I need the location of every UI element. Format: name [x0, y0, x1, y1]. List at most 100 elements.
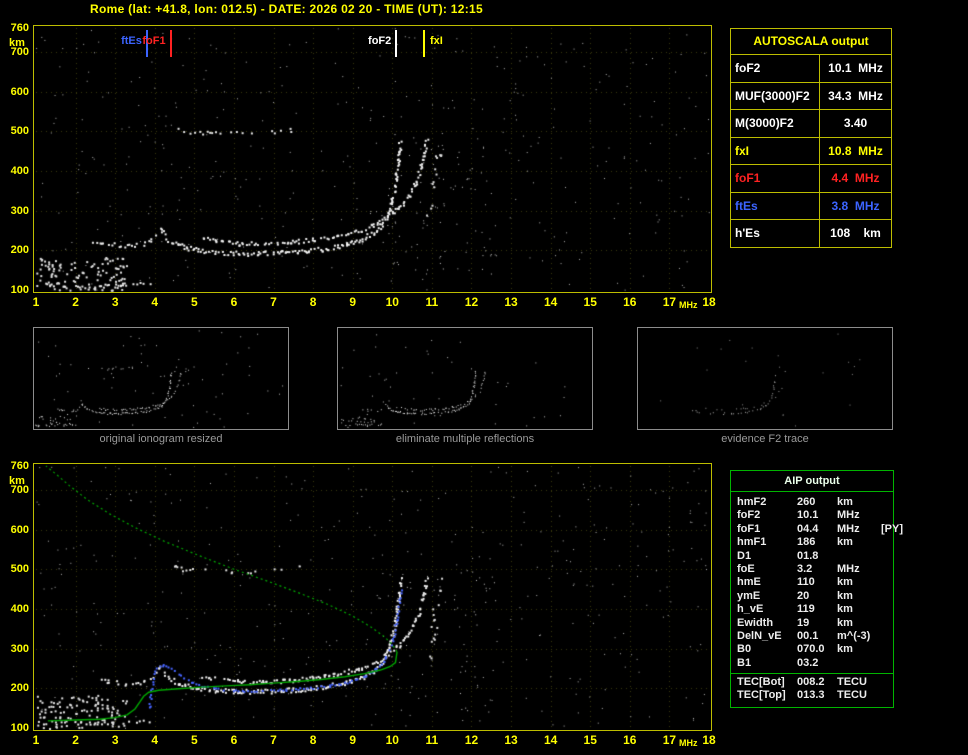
thumbnail-f2-trace — [637, 327, 893, 430]
autoscala-row-value: 4.4 MHz — [831, 171, 880, 185]
x-axis-tick-label: 1 — [32, 733, 40, 747]
autoscala-row-label: foF1 — [731, 165, 820, 192]
aip-row-unit: MHz — [837, 522, 860, 535]
thumbnail-canvas — [638, 328, 892, 429]
x-axis-tick-label: 2 — [72, 733, 79, 747]
aip-row: B1 03.2 — [731, 657, 893, 670]
autoscala-row: ftEs 3.8 MHz — [731, 191, 891, 219]
x-axis-tick-label: 13 — [504, 295, 518, 309]
aip-row: h_vE 119 km — [731, 603, 893, 616]
aip-output-table: AIP output hmF2 260 km foF2 10.1 MHz foF1 04.4 M… — [730, 470, 903, 708]
y-axis-tick-label: 400 — [10, 602, 29, 615]
x-axis-tick-label: 7 — [270, 295, 277, 309]
autoscala-row: M(3000)F2 3.40 — [731, 109, 891, 137]
x-axis-unit-label: MHz — [679, 738, 698, 748]
x-axis-tick-label: 11 — [425, 733, 439, 747]
x-axis-tick-label: 9 — [349, 295, 357, 309]
x-axis-tick-label: 16 — [623, 295, 637, 309]
aip-row: hmF2 260 km — [731, 496, 893, 509]
aip-row-value: 260 — [797, 496, 816, 508]
aip-row: D1 01.8 — [731, 550, 893, 563]
aip-row-unit: km — [837, 576, 853, 589]
y-axis-tick-label: 600 — [10, 523, 29, 536]
thumbnail-canvas — [338, 328, 592, 429]
aip-table-rows: hmF2 260 km foF2 10.1 MHz foF1 04.4 MHz [PY] hmF1 1… — [731, 496, 903, 670]
aip-row-unit — [837, 550, 881, 563]
y-axis-tick-label: 600 — [10, 85, 29, 98]
x-axis-tick-label: 14 — [543, 733, 558, 747]
x-axis-tick-label: 1 — [32, 295, 40, 309]
main-ionogram-canvas — [34, 26, 711, 292]
autoscala-row: foF1 4.4 MHz — [731, 164, 891, 192]
autoscala-row-label: M(3000)F2 — [731, 110, 820, 137]
y-axis-tick-label: 760 — [10, 22, 29, 34]
aip-row-value: 19 — [797, 616, 810, 629]
y-axis-tick-label: 400 — [10, 164, 29, 177]
aip-row-value: 070.0 — [797, 643, 825, 656]
x-axis-tick-label: 9 — [349, 733, 357, 747]
x-axis-tick-label: 8 — [309, 295, 317, 309]
aip-row-unit: km — [837, 643, 853, 656]
autoscala-row-value: 3.40 — [843, 116, 868, 130]
aip-row-value: 008.2 — [797, 676, 825, 689]
aip-row-value: 04.4 — [797, 522, 819, 535]
aip-ionogram-plot — [33, 463, 712, 731]
thumbnail-canvas — [34, 328, 288, 429]
autoscala-row-label: h'Es — [731, 220, 820, 247]
aip-row-value: 119 — [797, 603, 815, 616]
x-axis-tick-label: 15 — [583, 295, 597, 309]
x-axis-tick-label: 8 — [309, 733, 317, 747]
aip-row-value: 20 — [797, 589, 810, 602]
aip-row: foF2 10.1 MHz — [731, 509, 893, 522]
thumbnail-original-ionogram — [33, 327, 289, 430]
x-axis-tick-label: 12 — [464, 733, 479, 747]
x-axis-tick-label: 3 — [111, 733, 119, 747]
aip-row-unit: km — [837, 603, 853, 616]
autoscala-row-value: 10.8 MHz — [828, 143, 883, 158]
autoscala-row-value: 3.8 MHz — [831, 198, 880, 213]
x-axis-tick-label: 10 — [385, 295, 399, 309]
aip-row: ymE 20 km — [731, 590, 893, 603]
autoscala-output-table: AUTOSCALA output foF2 10.1 MHz MUF(3000)F2… — [730, 28, 892, 248]
aip-row-label: B0 — [737, 643, 752, 656]
x-axis-tick-label: 5 — [191, 733, 198, 747]
aip-row-label: Ewidth — [737, 616, 774, 629]
y-axis-tick-label: 500 — [10, 125, 29, 138]
aip-row-label: D1 — [737, 549, 752, 562]
x-axis-tick-label: 13 — [504, 733, 518, 747]
fof2-marker-line — [395, 30, 398, 57]
fxi-marker-line — [422, 30, 425, 57]
aip-row-label: TEC[Bot] — [737, 676, 785, 689]
aip-row-label: TEC[Top] — [737, 689, 786, 702]
aip-row-label: foF1 — [737, 522, 761, 535]
autoscala-row: fxI 10.8 MHz — [731, 136, 891, 164]
x-axis-tick-label: 6 — [230, 733, 238, 747]
autoscala-window: Rome (lat: +41.8, lon: 012.5) - DATE: 20… — [0, 0, 968, 755]
ftes-marker-label: ftEs — [121, 35, 142, 47]
aip-row-label: foE — [737, 562, 755, 575]
autoscala-row-value: 108 km — [830, 226, 881, 240]
aip-row-value: 01.8 — [797, 549, 819, 562]
autoscala-row-value: 10.1 MHz — [828, 61, 883, 75]
aip-row: hmF1 186 km — [731, 536, 893, 549]
x-axis-tick-label: 18 — [702, 295, 716, 309]
aip-row-unit: km — [837, 496, 853, 508]
y-axis-unit-label: km — [9, 37, 25, 49]
aip-row-label: B1 — [737, 656, 752, 669]
aip-row-unit — [837, 657, 881, 670]
x-axis-tick-label: 4 — [151, 733, 159, 747]
thumbnail-caption: original ionogram resized — [99, 433, 223, 445]
aip-row-value: 186 — [797, 536, 816, 549]
y-axis-unit-label: km — [9, 475, 25, 487]
y-axis-tick-label: 300 — [10, 204, 29, 217]
thumbnail-caption: eliminate multiple reflections — [395, 433, 535, 445]
autoscala-row-label: fxI — [731, 137, 820, 164]
header-title: Rome (lat: +41.8, lon: 012.5) - DATE: 20… — [90, 2, 483, 16]
y-axis-tick-label: 760 — [10, 460, 29, 472]
aip-row-label: h_vE — [737, 603, 764, 616]
autoscala-row-label: ftEs — [731, 192, 820, 219]
x-axis-tick-label: 18 — [702, 733, 716, 747]
aip-row-value: 10.1 — [797, 509, 819, 522]
aip-row-value: 03.2 — [797, 656, 819, 669]
aip-row-label: ymE — [737, 589, 761, 602]
